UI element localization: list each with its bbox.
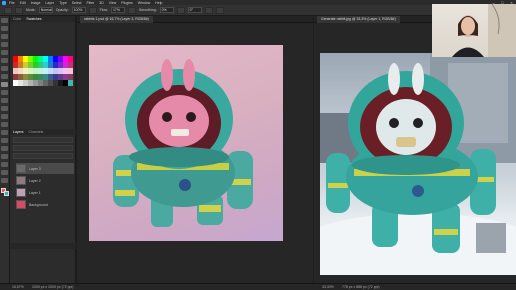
- type-tool-icon[interactable]: [1, 146, 8, 151]
- status-bar: 16,67% 2000 px x 2000 px (72 ppi) 33,33%…: [0, 283, 516, 290]
- flow-field[interactable]: 17%: [110, 7, 125, 13]
- zoom-tool-icon[interactable]: [1, 178, 8, 183]
- color-swatch[interactable]: [68, 80, 73, 86]
- menu-plugins[interactable]: Plugins: [121, 1, 132, 5]
- smoothing-field[interactable]: 0%: [159, 7, 174, 13]
- rabbit-astronaut-painting: [113, 59, 253, 227]
- opacity-label: Opacity:: [55, 8, 69, 12]
- painting-canvas[interactable]: [89, 45, 283, 241]
- swatch-grid: [13, 56, 73, 86]
- layer-name: Background: [29, 202, 48, 207]
- photoshop-logo-icon[interactable]: [2, 0, 6, 5]
- tab-color[interactable]: Color: [13, 17, 21, 21]
- flow-label: Flow:: [99, 8, 108, 12]
- presenter-video: [452, 4, 516, 57]
- frame-tool-icon[interactable]: [1, 58, 8, 63]
- history-brush-tool-icon[interactable]: [1, 98, 8, 103]
- reference-photo[interactable]: [320, 53, 516, 275]
- layer-row[interactable]: Layer 1: [16, 187, 74, 198]
- menu-file[interactable]: File: [9, 1, 15, 5]
- tools-panel: [0, 16, 10, 283]
- crop-tool-icon[interactable]: [1, 50, 8, 55]
- right-document-size: 778 px x 888 px (72 ppi): [342, 285, 380, 289]
- layer-name: Layer 3: [29, 166, 41, 171]
- blend-mode-select[interactable]: [13, 145, 73, 151]
- opacity-field[interactable]: 100%: [71, 7, 86, 13]
- layer-name: Layer 1: [29, 190, 41, 195]
- right-panels: Color Swatches Layers Channels Layer 3 L…: [10, 16, 76, 283]
- webcam-overlay: [432, 4, 516, 57]
- tab-layers[interactable]: Layers: [13, 130, 24, 134]
- dodge-tool-icon[interactable]: [1, 130, 8, 135]
- menu-help[interactable]: Help: [155, 1, 162, 5]
- clone-stamp-tool-icon[interactable]: [1, 90, 8, 95]
- layer-row[interactable]: Background: [16, 199, 74, 210]
- layers-footer-toolbar[interactable]: [10, 243, 76, 249]
- lasso-tool-icon[interactable]: [1, 34, 8, 39]
- menu-edit[interactable]: Edit: [20, 1, 26, 5]
- tab-swatches[interactable]: Swatches: [26, 17, 41, 21]
- tab-channels[interactable]: Channels: [29, 130, 44, 134]
- hand-tool-icon[interactable]: [1, 170, 8, 175]
- layer-filter-select[interactable]: [13, 137, 73, 143]
- layer-thumbnail: [16, 176, 26, 185]
- rabbit-astronaut-3d-render: [320, 53, 516, 275]
- document-tab-bar: rabbits 1.psd @ 16,7% (Layer 3, RGB/8#): [77, 15, 313, 23]
- mode-label: Mode:: [26, 8, 36, 12]
- document-window-left: rabbits 1.psd @ 16,7% (Layer 3, RGB/8#): [77, 15, 313, 283]
- airbrush-icon[interactable]: [127, 6, 136, 14]
- menu-view[interactable]: View: [109, 1, 117, 5]
- menu-select[interactable]: Select: [72, 1, 82, 5]
- menu-image[interactable]: Image: [31, 1, 41, 5]
- left-zoom-readout[interactable]: 16,67%: [12, 285, 24, 289]
- move-tool-icon[interactable]: [1, 18, 8, 23]
- layer-row[interactable]: Layer 2: [16, 175, 74, 186]
- healing-tool-icon[interactable]: [1, 74, 8, 79]
- layer-thumbnail: [16, 188, 26, 197]
- layer-thumbnail: [16, 200, 26, 209]
- brush-preset-button[interactable]: [4, 6, 12, 14]
- menu-window[interactable]: Window: [138, 1, 150, 5]
- gradient-tool-icon[interactable]: [1, 114, 8, 119]
- document-tab-reference[interactable]: Generate rabbit.jpg @ 33,3% (Layer 1, RG…: [317, 15, 400, 23]
- layer-thumbnail: [16, 164, 26, 173]
- blur-tool-icon[interactable]: [1, 122, 8, 127]
- layer-row[interactable]: Layer 3: [16, 163, 74, 174]
- document-tab-painting[interactable]: rabbits 1.psd @ 16,7% (Layer 3, RGB/8#): [80, 15, 153, 23]
- menu-type[interactable]: Type: [59, 1, 67, 5]
- smoothing-label: Smoothing:: [138, 8, 157, 12]
- layers-panel: Layers Channels Layer 3 Layer 2 Layer 1 …: [10, 129, 76, 259]
- quick-select-tool-icon[interactable]: [1, 42, 8, 47]
- left-document-size: 2000 px x 2000 px (72 ppi): [32, 285, 74, 289]
- pen-tool-icon[interactable]: [1, 138, 8, 143]
- shape-tool-icon[interactable]: [1, 162, 8, 167]
- mode-select[interactable]: Normal: [38, 7, 53, 13]
- brush-angle-field[interactable]: 0°: [187, 7, 202, 13]
- pressure-opacity-icon[interactable]: [88, 6, 97, 14]
- background-color-swatch[interactable]: [4, 191, 9, 196]
- right-zoom-readout[interactable]: 33,33%: [322, 285, 334, 289]
- eyedropper-tool-icon[interactable]: [1, 66, 8, 71]
- swatches-panel-tabs: Color Swatches: [10, 16, 75, 22]
- pressure-size-icon[interactable]: [204, 6, 213, 14]
- brush-tool-icon[interactable]: [1, 82, 8, 87]
- brush-settings-button[interactable]: [15, 6, 23, 14]
- symmetry-icon[interactable]: [215, 6, 224, 14]
- marquee-tool-icon[interactable]: [1, 26, 8, 31]
- menu-layer[interactable]: Layer: [45, 1, 54, 5]
- layers-panel-tabs: Layers Channels: [10, 129, 76, 135]
- menu-filter[interactable]: Filter: [87, 1, 95, 5]
- smoothing-options-icon[interactable]: [176, 6, 185, 14]
- eraser-tool-icon[interactable]: [1, 106, 8, 111]
- lock-row[interactable]: [13, 153, 73, 159]
- path-select-tool-icon[interactable]: [1, 154, 8, 159]
- layer-name: Layer 2: [29, 178, 41, 183]
- menu-3d[interactable]: 3D: [99, 1, 103, 5]
